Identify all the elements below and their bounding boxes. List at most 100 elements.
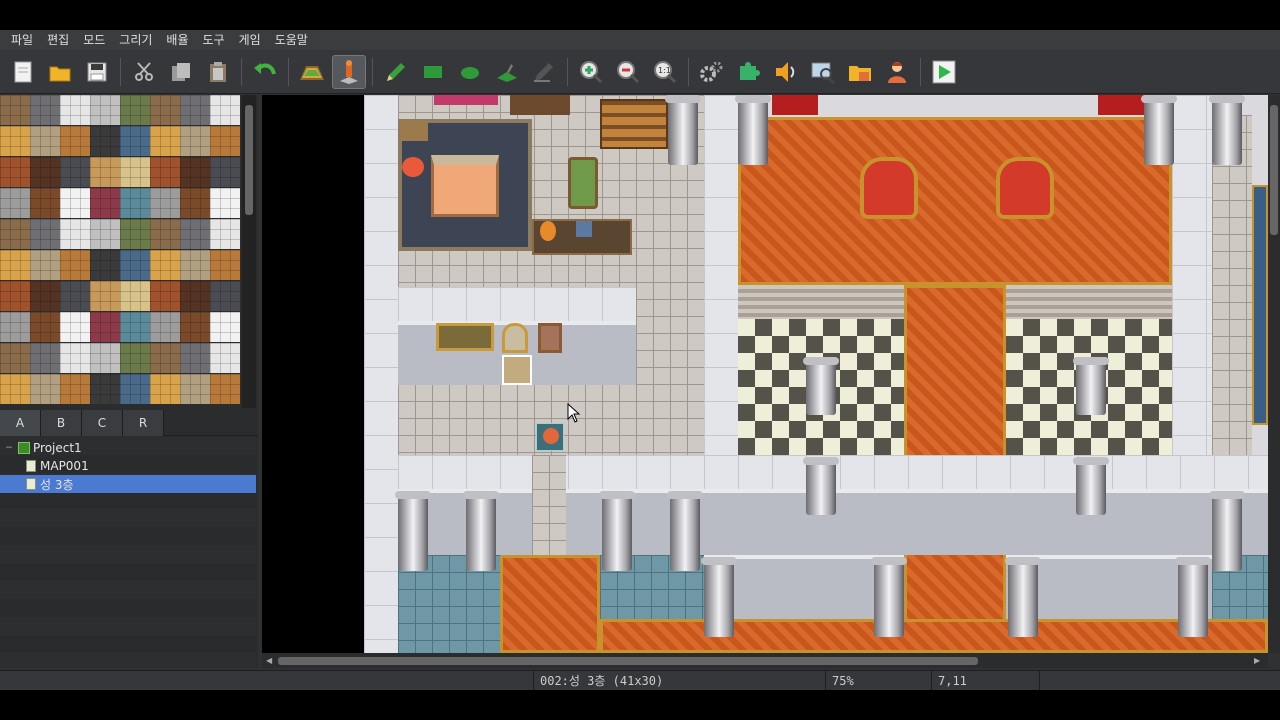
tileset-tile[interactable] <box>60 250 90 280</box>
tileset-tile[interactable] <box>0 157 30 187</box>
paste-button[interactable] <box>201 55 235 89</box>
tileset-tile[interactable] <box>120 250 150 280</box>
tileset-tile[interactable] <box>60 281 90 311</box>
tileset-tile[interactable] <box>30 374 60 404</box>
scrollbar-thumb[interactable] <box>278 657 978 665</box>
menu-edit[interactable]: 편집 <box>40 30 76 50</box>
new-project-button[interactable] <box>6 55 40 89</box>
map-canvas[interactable] <box>262 95 1268 653</box>
tileset-tile[interactable] <box>30 312 60 342</box>
tileset-tile[interactable] <box>210 126 240 156</box>
tileset-tile[interactable] <box>90 95 120 125</box>
menu-mode[interactable]: 모드 <box>76 30 112 50</box>
tileset-tile[interactable] <box>180 219 210 249</box>
tileset-tile[interactable] <box>30 188 60 218</box>
tileset-tile[interactable] <box>120 219 150 249</box>
map-horizontal-scrollbar[interactable]: ◀ ▶ <box>262 653 1268 668</box>
tab-c[interactable]: C <box>82 410 123 436</box>
tileset-tile[interactable] <box>210 281 240 311</box>
tileset-tile[interactable] <box>150 250 180 280</box>
tileset-tile[interactable] <box>180 250 210 280</box>
tileset-tile[interactable] <box>150 343 180 373</box>
event-searcher-button[interactable] <box>806 55 840 89</box>
scrollbar-thumb[interactable] <box>1270 105 1278 235</box>
fill-button[interactable] <box>490 55 524 89</box>
tileset-tile[interactable] <box>30 219 60 249</box>
menu-tools[interactable]: 도구 <box>196 30 232 50</box>
cut-button[interactable] <box>127 55 161 89</box>
tileset-tile[interactable] <box>180 95 210 125</box>
event-mode-button[interactable] <box>332 54 366 89</box>
tileset-tile[interactable] <box>60 312 90 342</box>
tileset-tile[interactable] <box>90 250 120 280</box>
zoom-actual-button[interactable]: 1:1 <box>648 55 682 89</box>
rectangle-button[interactable] <box>416 55 450 89</box>
tileset-tile[interactable] <box>210 343 240 373</box>
tileset-tile[interactable] <box>30 126 60 156</box>
tileset-tile[interactable] <box>180 312 210 342</box>
tileset-tile[interactable] <box>90 126 120 156</box>
menu-help[interactable]: 도움말 <box>268 30 315 50</box>
pencil-button[interactable] <box>379 55 413 89</box>
map-vertical-scrollbar[interactable] <box>1268 95 1280 653</box>
tab-r[interactable]: R <box>123 410 164 436</box>
tileset-tile[interactable] <box>210 219 240 249</box>
tree-item-map001[interactable]: MAP001 <box>0 457 256 475</box>
tileset-tile[interactable] <box>210 157 240 187</box>
player-start[interactable] <box>536 423 564 451</box>
tileset-tile[interactable] <box>60 219 90 249</box>
tileset-tile[interactable] <box>210 312 240 342</box>
tab-a[interactable]: A <box>0 410 41 436</box>
tileset-tile[interactable] <box>210 188 240 218</box>
tileset-tile[interactable] <box>0 126 30 156</box>
tileset-tile[interactable] <box>60 95 90 125</box>
tileset-tile[interactable] <box>150 281 180 311</box>
save-project-button[interactable] <box>80 55 114 89</box>
tree-item-project[interactable]: − Project1 <box>0 439 256 457</box>
tileset-tile[interactable] <box>180 188 210 218</box>
tileset-tile[interactable] <box>90 281 120 311</box>
tileset-tile[interactable] <box>60 343 90 373</box>
tileset-tile[interactable] <box>0 312 30 342</box>
tileset-tile[interactable] <box>120 374 150 404</box>
tileset-tile[interactable] <box>150 188 180 218</box>
tileset-tile[interactable] <box>90 343 120 373</box>
tileset-tile[interactable] <box>60 188 90 218</box>
tab-b[interactable]: B <box>41 410 82 436</box>
menu-scale[interactable]: 배율 <box>159 30 195 50</box>
tileset-tile[interactable] <box>0 250 30 280</box>
tileset-tile[interactable] <box>0 95 30 125</box>
tileset-tile[interactable] <box>30 95 60 125</box>
database-button[interactable] <box>695 55 729 89</box>
scroll-left-icon[interactable]: ◀ <box>266 656 272 665</box>
tileset-tile[interactable] <box>120 157 150 187</box>
tileset-tile[interactable] <box>30 281 60 311</box>
undo-button[interactable] <box>248 55 282 89</box>
collapse-icon[interactable]: − <box>4 443 14 453</box>
tileset-tile[interactable] <box>120 312 150 342</box>
zoom-in-button[interactable] <box>574 55 608 89</box>
event-cursor[interactable] <box>502 355 532 385</box>
tileset-tile[interactable] <box>90 374 120 404</box>
tileset-tile[interactable] <box>0 188 30 218</box>
tileset-tile[interactable] <box>90 157 120 187</box>
tileset-tile[interactable] <box>150 312 180 342</box>
tileset-tile[interactable] <box>180 157 210 187</box>
tree-item-castle-3f[interactable]: 성 3층 <box>0 475 256 493</box>
tileset-tile[interactable] <box>60 157 90 187</box>
resource-manager-button[interactable] <box>843 55 877 89</box>
menu-file[interactable]: 파일 <box>4 30 40 50</box>
tileset-tile[interactable] <box>210 250 240 280</box>
tileset-tile[interactable] <box>150 374 180 404</box>
scroll-right-icon[interactable]: ▶ <box>1254 656 1260 665</box>
tileset-tile[interactable] <box>60 126 90 156</box>
tileset-tile[interactable] <box>180 343 210 373</box>
tileset-tile[interactable] <box>120 95 150 125</box>
tileset-tile[interactable] <box>150 95 180 125</box>
open-project-button[interactable] <box>43 55 77 89</box>
tileset-tile[interactable] <box>180 126 210 156</box>
tileset-tile[interactable] <box>0 343 30 373</box>
tileset-scrollbar[interactable] <box>242 95 256 408</box>
tileset-tile[interactable] <box>0 281 30 311</box>
tileset-palette[interactable] <box>0 95 242 408</box>
